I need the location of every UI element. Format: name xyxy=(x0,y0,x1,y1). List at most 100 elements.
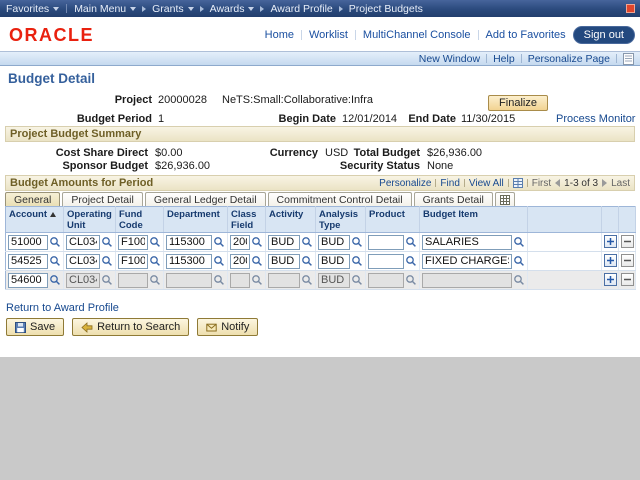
favorites-menu[interactable]: Favorites xyxy=(6,3,59,15)
lookup-icon[interactable] xyxy=(149,255,161,267)
lookup-icon[interactable] xyxy=(301,255,313,267)
budget-item-input[interactable] xyxy=(422,273,512,288)
lookup-icon[interactable] xyxy=(351,274,363,286)
delete-row-button[interactable] xyxy=(621,235,634,248)
delete-row-button[interactable] xyxy=(621,254,634,267)
column-header-fund-code[interactable]: Fund Code xyxy=(116,207,164,233)
process-monitor-link[interactable]: Process Monitor xyxy=(556,113,635,125)
activity-input[interactable] xyxy=(268,235,300,250)
home-link[interactable]: Home xyxy=(265,29,294,41)
breadcrumb-awards[interactable]: Awards xyxy=(210,3,255,15)
operating-unit-input[interactable] xyxy=(66,254,100,269)
operating-unit-input[interactable] xyxy=(66,273,100,288)
return-to-award-profile-link[interactable]: Return to Award Profile xyxy=(6,302,119,314)
activity-input[interactable] xyxy=(268,273,300,288)
add-row-button[interactable] xyxy=(604,254,617,267)
fund-code-input[interactable] xyxy=(118,235,148,250)
download-grid-icon[interactable] xyxy=(513,178,523,188)
department-input[interactable] xyxy=(166,235,212,250)
analysis-type-input[interactable] xyxy=(318,254,350,269)
class-field-input[interactable] xyxy=(230,273,250,288)
worklist-link[interactable]: Worklist xyxy=(309,29,348,41)
product-input[interactable] xyxy=(368,254,404,269)
personalize-link[interactable]: Personalize xyxy=(379,178,431,189)
first-link[interactable]: First xyxy=(532,178,551,189)
find-link[interactable]: Find xyxy=(440,178,459,189)
add-to-favorites-link[interactable]: Add to Favorites xyxy=(486,29,566,41)
last-link[interactable]: Last xyxy=(611,178,630,189)
page-icon[interactable] xyxy=(623,53,634,65)
finalize-button[interactable]: Finalize xyxy=(488,95,548,111)
tab-project-detail[interactable]: Project Detail xyxy=(62,192,142,207)
lookup-icon[interactable] xyxy=(351,236,363,248)
help-link[interactable]: Help xyxy=(493,53,515,65)
column-header-product[interactable]: Product xyxy=(366,207,420,233)
personalize-page-link[interactable]: Personalize Page xyxy=(528,53,610,65)
breadcrumb-grants[interactable]: Grants xyxy=(152,3,194,15)
column-header-account[interactable]: Account xyxy=(9,209,56,220)
lookup-icon[interactable] xyxy=(513,274,525,286)
department-input[interactable] xyxy=(166,254,212,269)
next-rows-icon[interactable] xyxy=(602,179,607,187)
column-header-department[interactable]: Department xyxy=(164,207,228,233)
lookup-icon[interactable] xyxy=(251,236,263,248)
lookup-icon[interactable] xyxy=(513,236,525,248)
lookup-icon[interactable] xyxy=(101,236,113,248)
lookup-icon[interactable] xyxy=(149,274,161,286)
delete-row-button[interactable] xyxy=(621,273,634,286)
new-window-link[interactable]: New Window xyxy=(419,53,480,65)
column-header-analysis-type[interactable]: Analysis Type xyxy=(316,207,366,233)
budget-item-input[interactable] xyxy=(422,254,512,269)
fund-code-input[interactable] xyxy=(118,273,148,288)
activity-input[interactable] xyxy=(268,254,300,269)
lookup-icon[interactable] xyxy=(49,274,61,286)
tab-commitment-control-detail[interactable]: Commitment Control Detail xyxy=(268,192,412,207)
notification-indicator[interactable] xyxy=(626,4,635,13)
product-input[interactable] xyxy=(368,235,404,250)
department-input[interactable] xyxy=(166,273,212,288)
analysis-type-input[interactable] xyxy=(318,273,350,288)
lookup-icon[interactable] xyxy=(213,274,225,286)
multichannel-console-link[interactable]: MultiChannel Console xyxy=(363,29,471,41)
product-input[interactable] xyxy=(368,273,404,288)
class-field-input[interactable] xyxy=(230,235,250,250)
notify-button[interactable]: Notify xyxy=(197,318,258,336)
lookup-icon[interactable] xyxy=(301,274,313,286)
add-row-button[interactable] xyxy=(604,235,617,248)
account-input[interactable] xyxy=(8,273,48,288)
lookup-icon[interactable] xyxy=(405,274,417,286)
lookup-icon[interactable] xyxy=(405,255,417,267)
lookup-icon[interactable] xyxy=(251,274,263,286)
column-header-budget-item[interactable]: Budget Item xyxy=(420,207,528,233)
main-menu[interactable]: Main Menu xyxy=(74,3,136,15)
breadcrumb-award-profile[interactable]: Award Profile xyxy=(270,3,332,15)
fund-code-input[interactable] xyxy=(118,254,148,269)
budget-item-input[interactable] xyxy=(422,235,512,250)
class-field-input[interactable] xyxy=(230,254,250,269)
save-button[interactable]: Save xyxy=(6,318,64,336)
lookup-icon[interactable] xyxy=(301,236,313,248)
operating-unit-input[interactable] xyxy=(66,235,100,250)
lookup-icon[interactable] xyxy=(405,236,417,248)
view-all-link[interactable]: View All xyxy=(469,178,504,189)
lookup-icon[interactable] xyxy=(213,236,225,248)
lookup-icon[interactable] xyxy=(251,255,263,267)
lookup-icon[interactable] xyxy=(149,236,161,248)
tab-general[interactable]: General xyxy=(5,192,60,207)
lookup-icon[interactable] xyxy=(213,255,225,267)
lookup-icon[interactable] xyxy=(49,236,61,248)
account-input[interactable] xyxy=(8,254,48,269)
tab-general-ledger-detail[interactable]: General Ledger Detail xyxy=(145,192,266,207)
sign-out-button[interactable]: Sign out xyxy=(573,26,635,44)
show-all-columns-tab[interactable] xyxy=(495,192,515,207)
tab-grants-detail[interactable]: Grants Detail xyxy=(414,192,493,207)
lookup-icon[interactable] xyxy=(49,255,61,267)
lookup-icon[interactable] xyxy=(101,255,113,267)
breadcrumb-project-budgets[interactable]: Project Budgets xyxy=(349,3,423,15)
lookup-icon[interactable] xyxy=(513,255,525,267)
analysis-type-input[interactable] xyxy=(318,235,350,250)
return-to-search-button[interactable]: Return to Search xyxy=(72,318,189,336)
column-header-operating-unit[interactable]: Operating Unit xyxy=(64,207,116,233)
account-input[interactable] xyxy=(8,235,48,250)
column-header-activity[interactable]: Activity xyxy=(266,207,316,233)
